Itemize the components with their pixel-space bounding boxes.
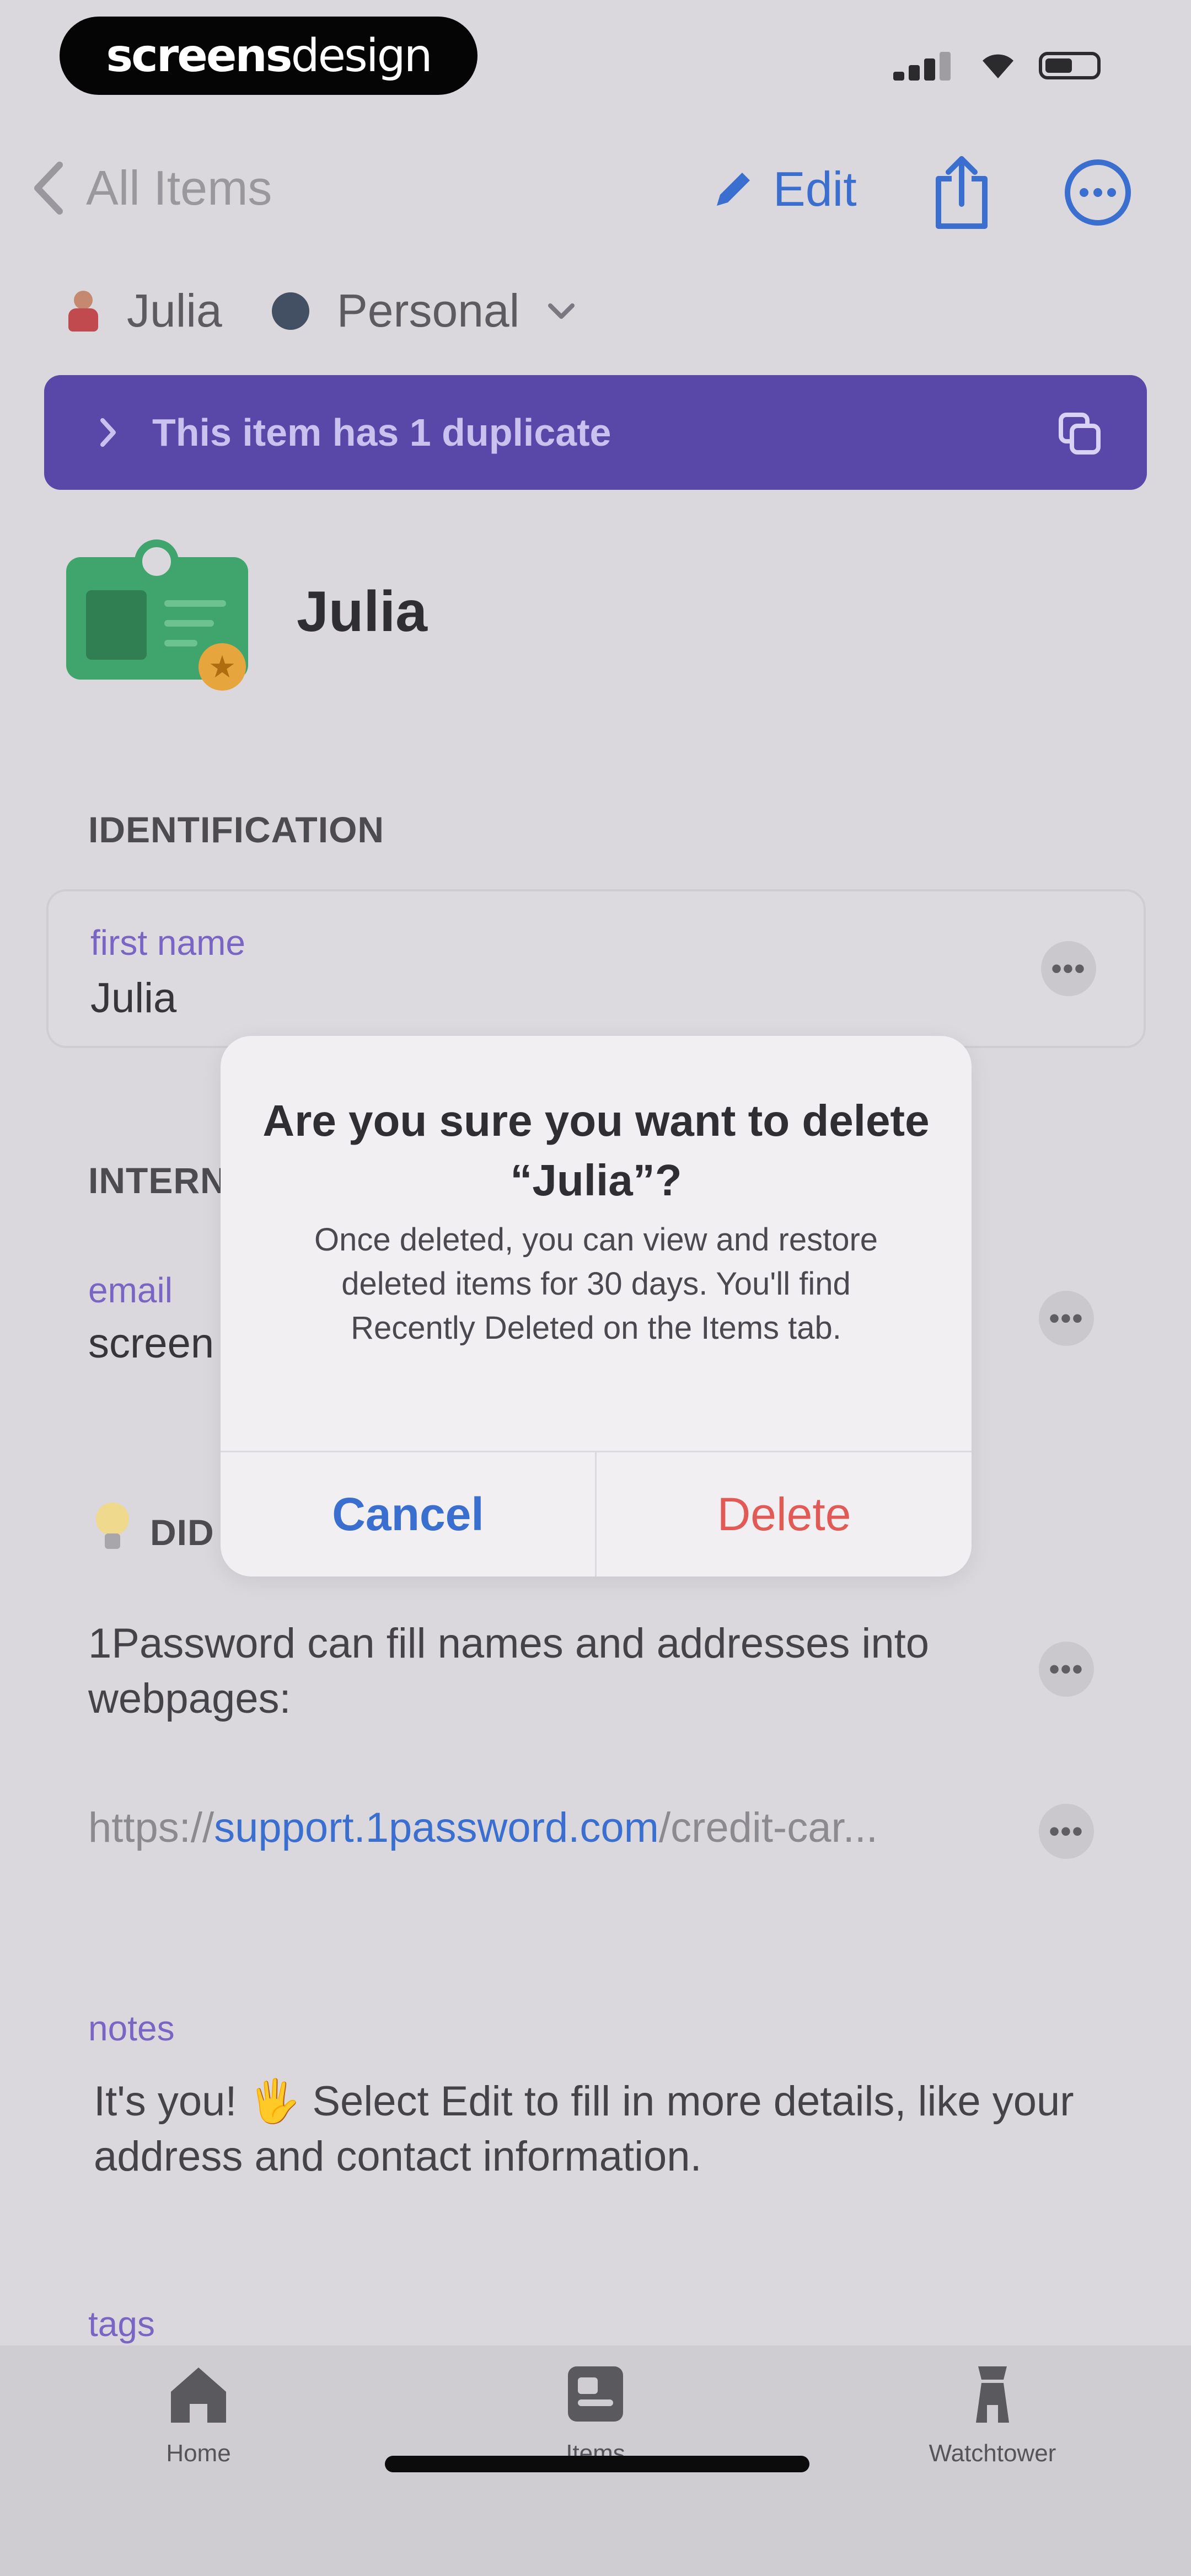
url-more-button[interactable]: ••• [1039, 1804, 1094, 1859]
dialog-title: Are you sure you want to delete “Julia”? [262, 1096, 930, 1205]
duplicate-banner[interactable]: This item has 1 duplicate [44, 375, 1147, 490]
back-button-label: All Items [86, 161, 272, 215]
duplicate-banner-text: This item has 1 duplicate [152, 411, 611, 454]
item-title: Julia [297, 580, 427, 644]
support-url[interactable]: https://support.1password.com/credit-car… [88, 1804, 878, 1852]
status-icons [893, 47, 1125, 81]
email-label: email [88, 1270, 173, 1310]
section-heading-did-you-know: DID [150, 1512, 214, 1553]
items-icon [568, 2366, 623, 2422]
wifi-icon [983, 54, 1013, 78]
email-value[interactable]: screen [88, 1319, 214, 1367]
battery-icon [1039, 52, 1101, 79]
chevron-down-icon [548, 303, 575, 319]
home-icon [171, 2367, 226, 2423]
first-name-field[interactable]: first name Julia ••• [46, 889, 1146, 1048]
more-options-icon[interactable] [1063, 158, 1133, 227]
back-button[interactable]: All Items [33, 160, 272, 216]
chevron-right-icon [100, 418, 116, 447]
section-heading-identification: IDENTIFICATION [88, 809, 385, 850]
section-heading-internet: INTERN [88, 1160, 227, 1201]
edit-button-label: Edit [773, 162, 857, 216]
delete-button[interactable]: Delete [597, 1452, 972, 1576]
field-more-button[interactable]: ••• [1041, 941, 1096, 996]
watchtower-icon [976, 2366, 1009, 2423]
signal-icon [940, 52, 951, 81]
url-link[interactable]: support.1password.com [214, 1804, 659, 1851]
signal-icon [893, 72, 904, 81]
email-more-button[interactable]: ••• [1039, 1291, 1094, 1346]
tab-label: Home [166, 2440, 231, 2467]
account-name: Julia [127, 285, 222, 336]
copy-icon [1059, 413, 1101, 455]
avatar [66, 290, 99, 332]
chevron-left-icon [34, 162, 63, 215]
share-icon[interactable] [930, 154, 994, 232]
tip-more-button[interactable]: ••• [1039, 1642, 1094, 1697]
signal-icon [924, 58, 935, 81]
field-value: Julia [90, 975, 177, 1022]
screensdesign-watermark: screens design [60, 17, 478, 95]
account-vault-selector[interactable]: Julia Personal [66, 284, 576, 338]
pencil-icon [717, 173, 750, 206]
tab-watchtower[interactable]: Watchtower [910, 2361, 1075, 2467]
favorite-star-icon: ★ [198, 643, 246, 691]
cancel-button[interactable]: Cancel [221, 1452, 596, 1576]
field-label: first name [90, 923, 245, 963]
tags-label: tags [88, 2304, 155, 2344]
vault-icon [271, 292, 309, 330]
url-suffix: /credit-car... [658, 1804, 878, 1851]
watermark-bold-text: screens [106, 29, 292, 82]
watermark-light-text: design [291, 29, 433, 82]
delete-confirmation-dialog: Are you sure you want to delete “Julia”?… [221, 1036, 972, 1576]
tab-home[interactable]: Home [116, 2361, 281, 2467]
tip-text: 1Password can fill names and addresses i… [88, 1620, 930, 1722]
vault-name: Personal [336, 285, 520, 336]
tab-label: Watchtower [929, 2440, 1056, 2467]
tab-items[interactable]: Items [513, 2361, 678, 2467]
identity-card-icon: ★ [66, 539, 254, 699]
notes-label: notes [88, 2008, 175, 2048]
notes-text: It's you! 🖐 Select Edit to fill in more … [94, 2078, 1074, 2180]
dialog-message: Once deleted, you can view and restore d… [314, 1222, 878, 1346]
url-prefix: https:// [88, 1804, 214, 1851]
lightbulb-icon [96, 1503, 129, 1549]
signal-icon [909, 65, 920, 81]
home-indicator [385, 2456, 809, 2472]
edit-button[interactable]: Edit [711, 161, 857, 217]
